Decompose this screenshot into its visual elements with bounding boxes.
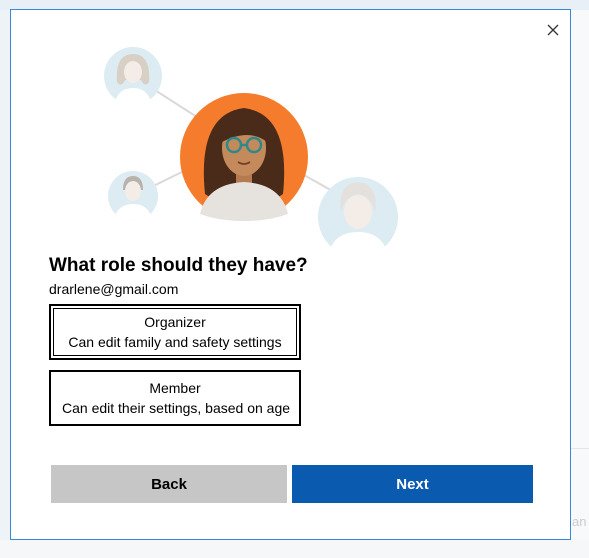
avatar-small-child — [108, 171, 158, 221]
close-icon — [547, 24, 559, 36]
background-ghost-text: an — [572, 514, 587, 529]
close-button[interactable] — [543, 20, 563, 40]
role-title: Organizer — [144, 314, 206, 330]
account-email: drarlene@gmail.com — [49, 281, 179, 297]
avatar-man — [318, 177, 398, 257]
avatar-small-woman — [104, 47, 162, 106]
back-button[interactable]: Back — [51, 465, 287, 503]
background-bottom-strip — [0, 540, 589, 558]
family-illustration — [104, 47, 398, 257]
avatar-main-woman — [180, 93, 308, 221]
background-divider — [571, 448, 589, 449]
role-description: Can edit family and safety settings — [68, 334, 282, 350]
role-dialog: What role should they have? drarlene@gma… — [10, 9, 571, 540]
role-option-organizer[interactable]: Organizer Can edit family and safety set… — [49, 304, 301, 360]
background-right-strip — [571, 10, 589, 558]
next-button[interactable]: Next — [292, 465, 533, 503]
role-description: Can edit their settings, based on age — [62, 400, 291, 416]
role-title: Member — [149, 380, 201, 396]
role-option-member[interactable]: Member Can edit their settings, based on… — [49, 370, 301, 426]
page-title: What role should they have? — [49, 255, 308, 276]
